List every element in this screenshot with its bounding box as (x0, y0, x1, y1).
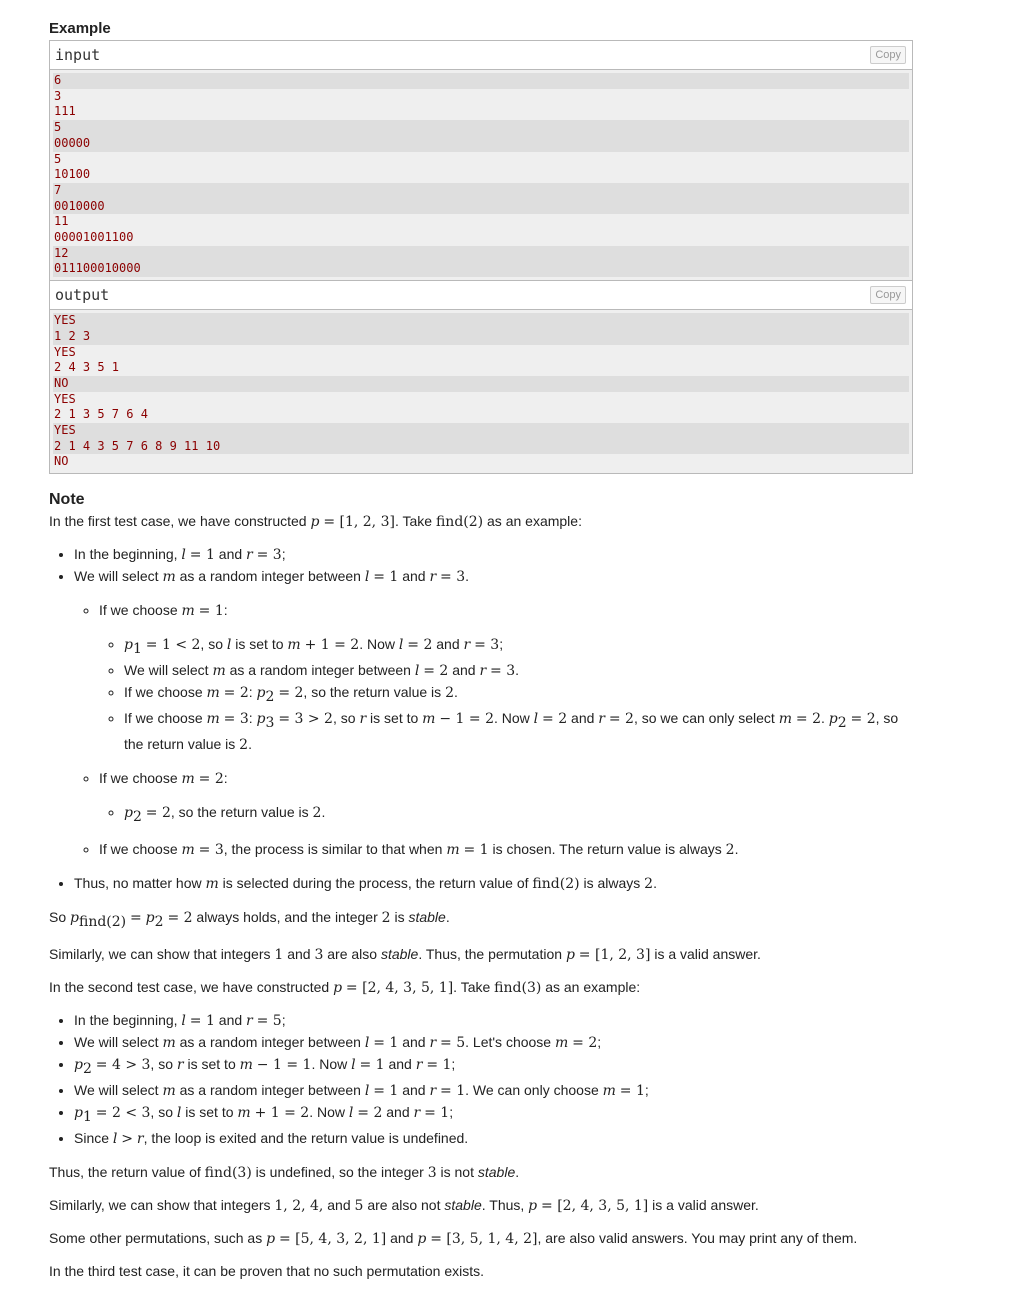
code-line: YES (53, 344, 909, 361)
list-item: In the beginning, l = 1 and r = 3; (74, 544, 913, 566)
note-paragraph: In the second test case, we have constru… (49, 979, 641, 997)
list-item: If we choose m = 2: p2 = 2, so the retur… (124, 682, 913, 708)
note-paragraph: Some other permutations, such as p = [5,… (49, 1229, 858, 1247)
code-line: NO (53, 375, 909, 392)
copy-output-button[interactable]: Copy (870, 286, 906, 305)
input-header: input Copy (50, 41, 912, 70)
list-item: We will select m as a random integer bet… (124, 660, 913, 682)
code-line: YES (53, 423, 909, 439)
list-item: p1 = 1 < 2, so l is set to m + 1 = 2. No… (124, 634, 913, 660)
note-body: In the first test case, we have construc… (49, 511, 913, 1281)
code-line: NO (53, 454, 909, 471)
code-line: 11 (53, 214, 909, 231)
list-item: p2 = 2, so the return value is 2. (124, 802, 913, 828)
list-item: Thus, no matter how m is selected during… (74, 873, 913, 895)
note-paragraph: Similarly, we can show that integers 1, … (49, 1196, 759, 1214)
note-sublist: p1 = 1 < 2, so l is set to m + 1 = 2. No… (99, 634, 913, 755)
list-item: We will select m as a random integer bet… (74, 1032, 913, 1054)
code-line: YES (53, 313, 909, 329)
list-item: If we choose m = 1: p1 = 1 < 2, so l is … (99, 600, 913, 755)
list-item: If we choose m = 3: p3 = 3 > 2, so r is … (124, 708, 913, 756)
code-line: 3 (53, 88, 909, 105)
code-line: 111 (53, 104, 909, 121)
output-block: output Copy YES 1 2 3 YES 2 4 3 5 1 NO YES 2 1… (49, 281, 913, 475)
note-sublist: If we choose m = 1: p1 = 1 < 2, so l is … (74, 600, 913, 861)
problem-statement: Example input Copy 6 3 111 5 00000 5 10100 7 001… (49, 0, 913, 1293)
note-sublist: p2 = 2, so the return value is 2. (99, 802, 913, 828)
output-label: output (55, 286, 110, 305)
list-item: If we choose m = 3, the process is simil… (99, 839, 913, 861)
code-line: 7 (53, 182, 909, 199)
code-line: 2 4 3 5 1 (53, 360, 909, 376)
code-line: 5 (53, 151, 909, 168)
note-paragraph: Similarly, we can show that integers 1 a… (49, 946, 761, 964)
input-label: input (55, 46, 101, 64)
note-paragraph: In the first test case, we have construc… (49, 513, 582, 531)
note-paragraph: In the third test case, it can be proven… (49, 1262, 485, 1279)
list-item: p2 = 4 > 3, so r is set to m − 1 = 1. No… (74, 1054, 913, 1080)
copy-input-button[interactable]: Copy (870, 46, 906, 64)
list-item: We will select m as a random integer bet… (74, 1080, 913, 1102)
note-list: In the beginning, l = 1 and r = 5; We wi… (49, 1010, 913, 1150)
note-paragraph: Thus, the return value of find(3) is und… (49, 1163, 520, 1181)
code-line: 00001001100 (53, 230, 909, 246)
list-item: We will select m as a random integer bet… (74, 566, 913, 861)
code-line: 0010000 (53, 198, 909, 215)
code-line: 12 (53, 245, 909, 262)
code-line: 2 1 4 3 5 7 6 8 9 11 10 (53, 438, 909, 455)
list-item: If we choose m = 2: p2 = 2, so the retur… (99, 768, 913, 828)
input-block: input Copy 6 3 111 5 00000 5 10100 7 0010000 11 00… (49, 40, 913, 282)
code-line: 10100 (53, 167, 909, 183)
list-item: p1 = 2 < 3, so l is set to m + 1 = 2. No… (74, 1102, 913, 1128)
note-list: In the beginning, l = 1 and r = 3; We wi… (49, 544, 913, 895)
example-title: Example (49, 20, 111, 37)
code-line: 6 (53, 73, 909, 89)
note-paragraph: So pfind(2) = p2 = 2 always holds, and t… (49, 909, 450, 931)
input-content: 6 3 111 5 00000 5 10100 7 0010000 11 00001001100 12… (50, 70, 912, 281)
code-line: 00000 (53, 135, 909, 152)
code-line: YES (53, 391, 909, 408)
code-line: 2 1 3 5 7 6 4 (53, 407, 909, 424)
list-item: Since l > r, the loop is exited and the … (74, 1128, 913, 1150)
cutoff-previous-text (49, 0, 913, 10)
output-header: output Copy (50, 281, 912, 311)
list-item: In the beginning, l = 1 and r = 5; (74, 1010, 913, 1032)
note-title: Note (49, 491, 85, 509)
code-line: 1 2 3 (53, 328, 909, 345)
output-content: YES 1 2 3 YES 2 4 3 5 1 NO YES 2 1 3 5 7 6 4 YE… (50, 310, 912, 474)
code-line: 5 (53, 120, 909, 136)
code-line: 011100010000 (53, 261, 909, 278)
